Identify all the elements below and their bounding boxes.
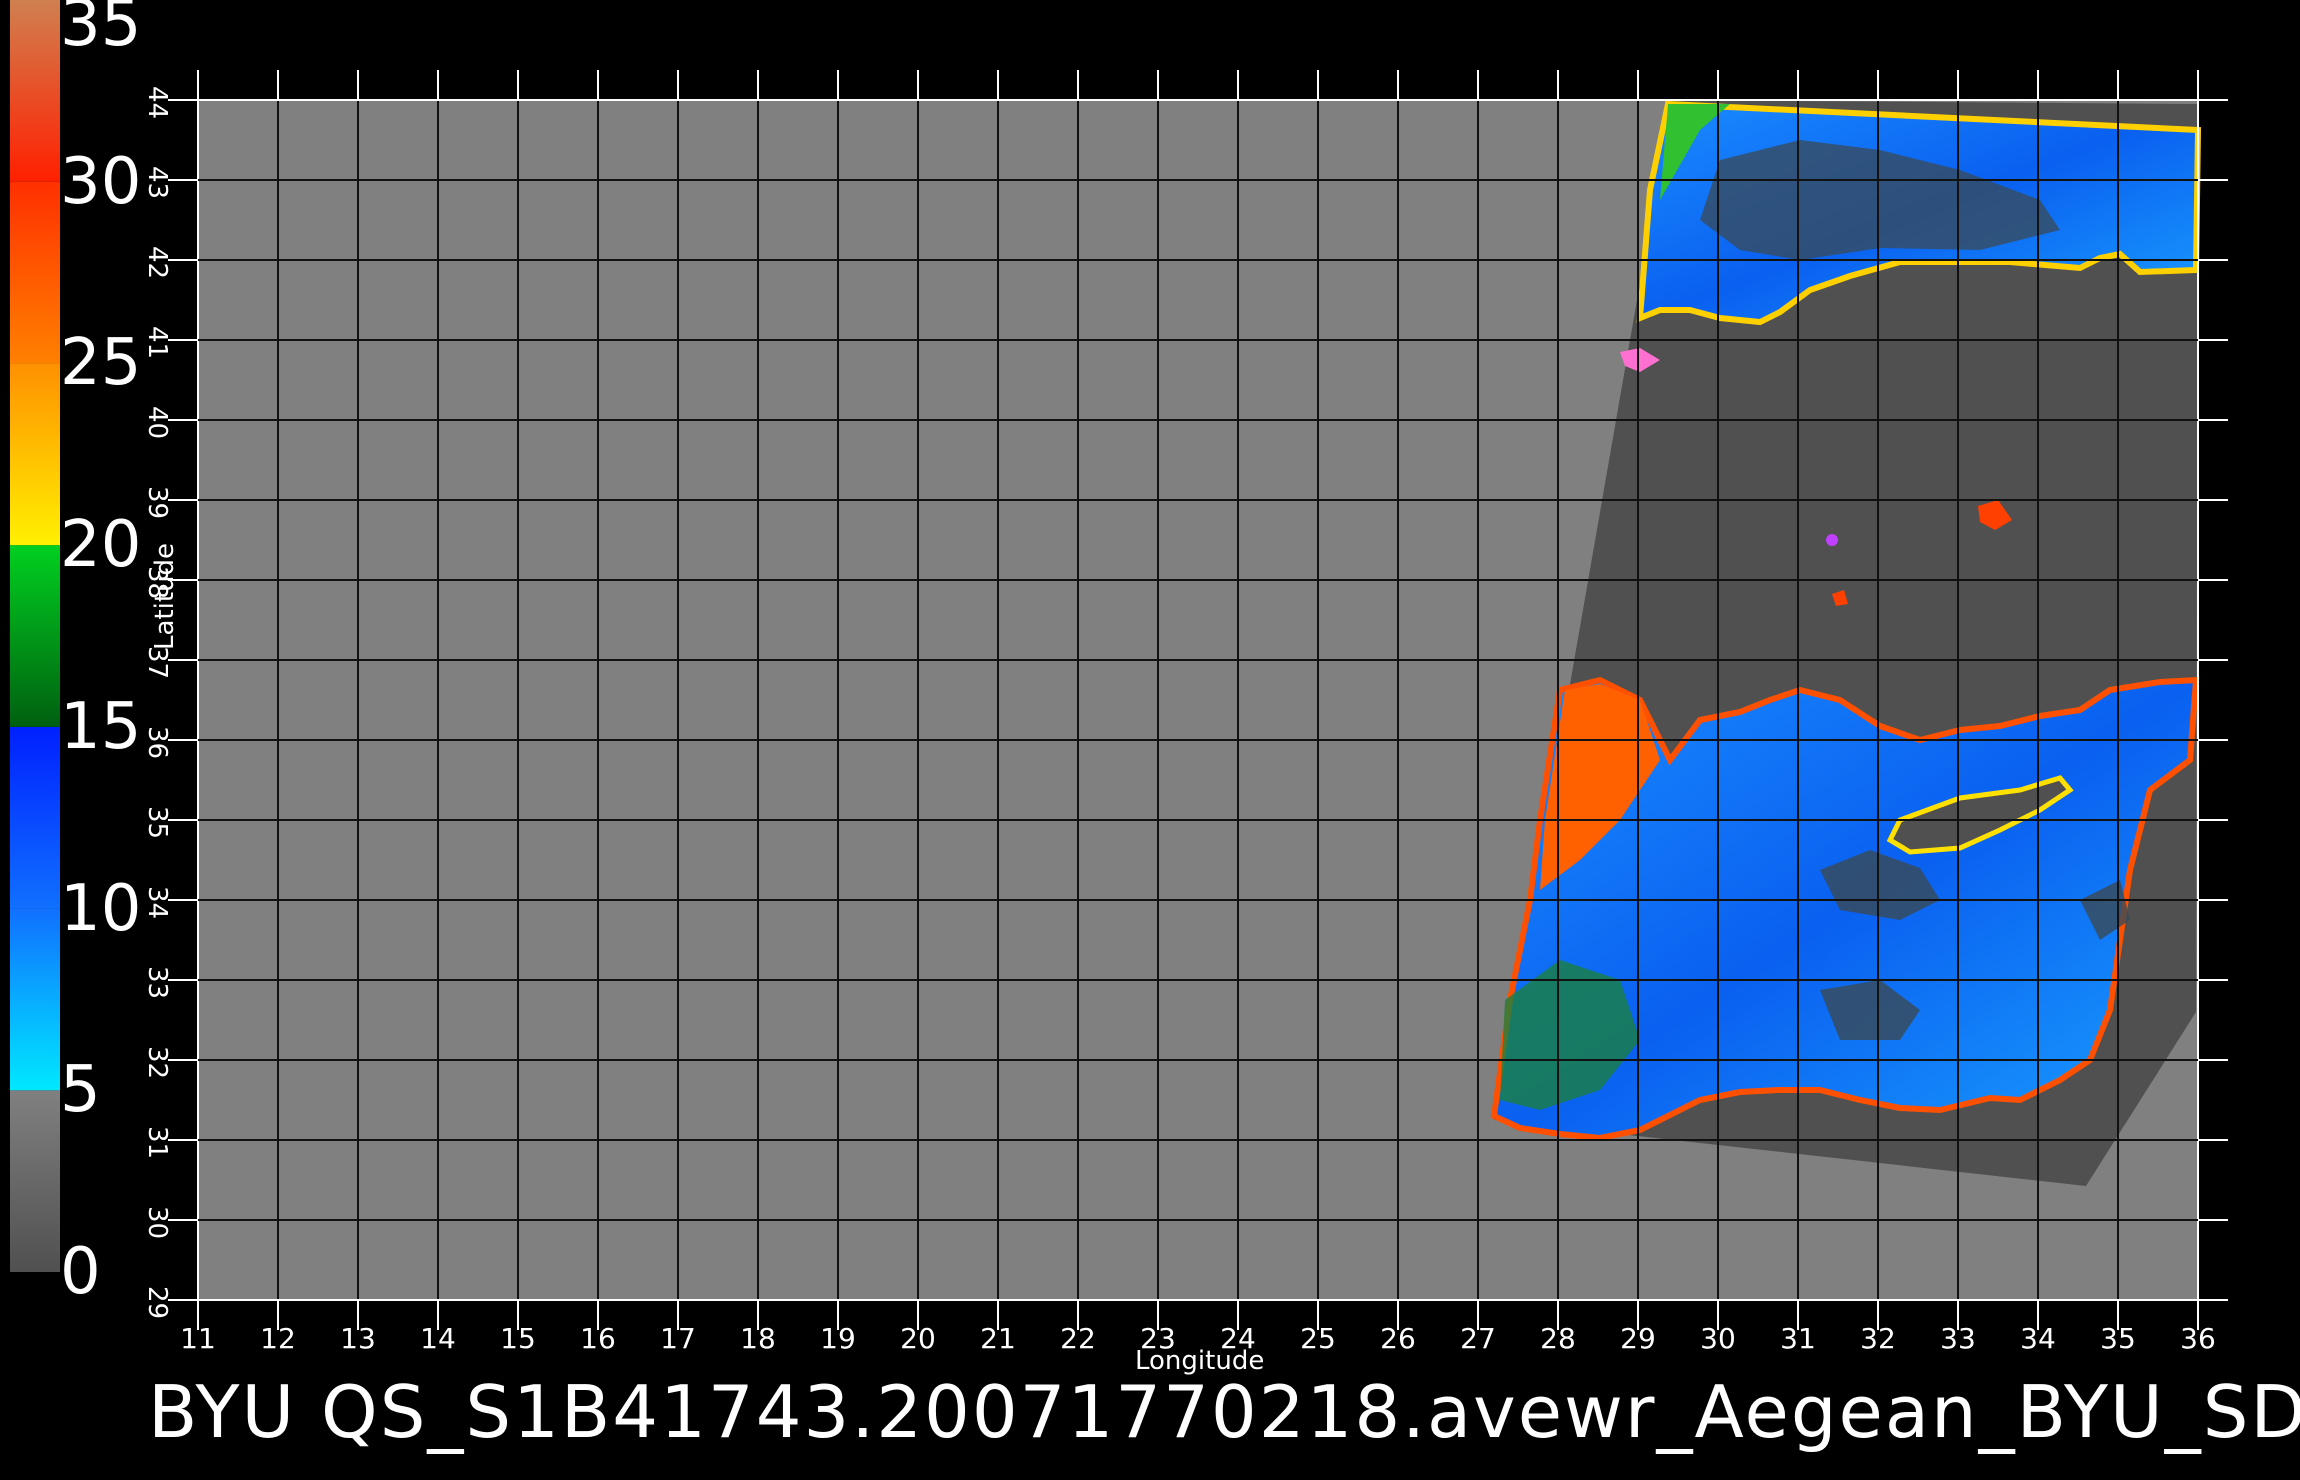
- lon-tick-label: 36: [2180, 1322, 2216, 1355]
- lon-tick-label: 19: [820, 1322, 856, 1355]
- lon-tick-label: 30: [1700, 1322, 1736, 1355]
- colorbar-tick-label: 10: [60, 871, 142, 946]
- colorbar-tick-label: 30: [60, 144, 142, 219]
- colorbar-tick-label: 5: [60, 1053, 101, 1128]
- lon-tick-label: 20: [900, 1322, 936, 1355]
- lon-tick-label: 16: [580, 1322, 616, 1355]
- colorbar-tick-label: 35: [60, 0, 142, 61]
- lon-tick-label: 11: [180, 1322, 216, 1355]
- lat-tick-label: 42: [142, 246, 172, 280]
- lat-tick-label: 44: [142, 86, 172, 120]
- lat-tick-label: 34: [142, 886, 172, 920]
- map-plot: [10, 0, 2228, 1330]
- lon-tick-label: 32: [1860, 1322, 1896, 1355]
- lon-tick-label: 12: [260, 1322, 296, 1355]
- lon-tick-label: 25: [1300, 1322, 1336, 1355]
- lon-tick-label: 22: [1060, 1322, 1096, 1355]
- colorbar-segment: [10, 545, 60, 727]
- lon-tick-label: 31: [1780, 1322, 1816, 1355]
- lon-tick-label: 14: [420, 1322, 456, 1355]
- y-axis-label: Latitude: [150, 542, 180, 650]
- colorbar: [10, 0, 60, 1272]
- lat-tick-label: 37: [142, 646, 172, 680]
- lat-tick-label: 39: [142, 486, 172, 520]
- lon-tick-label: 35: [2100, 1322, 2136, 1355]
- colorbar-segment: [10, 181, 60, 364]
- colorbar-segment: [10, 908, 60, 1091]
- lon-tick-label: 21: [980, 1322, 1016, 1355]
- lat-tick-label: 31: [142, 1126, 172, 1160]
- lon-tick-label: 27: [1460, 1322, 1496, 1355]
- lat-tick-label: 36: [142, 726, 172, 760]
- colorbar-segment: [10, 0, 60, 182]
- wind-speed-map-figure: 0 5 10 15 20 25 30 35 11 12 13 14 15 16 17 18 19 20 21 22 2…: [0, 0, 2300, 1480]
- lat-tick-label: 32: [142, 1046, 172, 1080]
- lat-tick-label: 29: [142, 1286, 172, 1320]
- lat-tick-label: 33: [142, 966, 172, 1000]
- lat-tick-label: 43: [142, 166, 172, 200]
- lon-tick-label: 33: [1940, 1322, 1976, 1355]
- colorbar-segment: [10, 363, 60, 546]
- lat-tick-label: 41: [142, 326, 172, 360]
- lat-tick-label: 35: [142, 806, 172, 840]
- lat-tick-label: 40: [142, 406, 172, 440]
- colorbar-tick-label: 15: [60, 689, 142, 764]
- product-title: BYU QS_S1B41743.20071770218.avewr_Aegean…: [148, 1370, 2300, 1454]
- lon-tick-label: 18: [740, 1322, 776, 1355]
- lon-tick-label: 28: [1540, 1322, 1576, 1355]
- colorbar-segment: [10, 1090, 60, 1272]
- colorbar-tick-label: 25: [60, 326, 142, 401]
- lon-tick-label: 13: [340, 1322, 376, 1355]
- lon-tick-label: 17: [660, 1322, 696, 1355]
- lon-tick-label: 26: [1380, 1322, 1416, 1355]
- lon-tick-label: 34: [2020, 1322, 2056, 1355]
- colorbar-tick-label: 20: [60, 508, 142, 583]
- lon-tick-label: 29: [1620, 1322, 1656, 1355]
- colorbar-tick-label: 0: [60, 1235, 101, 1309]
- inland-feature-4: [1826, 534, 1838, 546]
- lat-tick-label: 30: [142, 1206, 172, 1240]
- colorbar-segment: [10, 726, 60, 909]
- lon-tick-label: 15: [500, 1322, 536, 1355]
